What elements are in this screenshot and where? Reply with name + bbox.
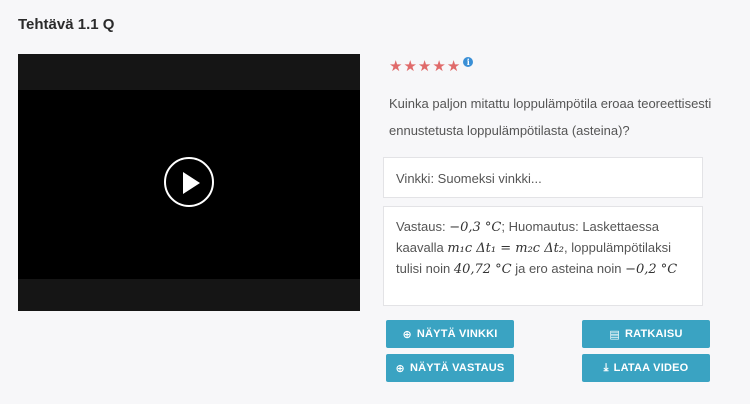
zoom-in-icon: ⊕ xyxy=(402,327,412,341)
download-video-button[interactable]: ⤓ Lataa video xyxy=(582,354,710,382)
star-icon[interactable]: ★ xyxy=(447,59,460,74)
zoom-in-icon: ⊕ xyxy=(395,361,405,375)
formula-math: m₁c Δt₁ = m₂c Δt₂ xyxy=(447,241,565,256)
star-icon[interactable]: ★ xyxy=(403,59,416,74)
temperature-math: 40,72 °C xyxy=(453,262,512,277)
solution-label: Ratkaisu xyxy=(624,328,683,340)
page-title: Tehtävä 1.1 Q xyxy=(18,16,115,33)
question-text: Kuinka paljon mitattu loppulämpötila ero… xyxy=(389,96,712,138)
answer-text: Vastaus: xyxy=(396,219,450,234)
star-icon[interactable]: ★ xyxy=(432,59,445,74)
info-icon[interactable]: i xyxy=(463,57,474,67)
star-icon[interactable]: ★ xyxy=(389,59,402,74)
difference-math: −0,2 °C xyxy=(625,262,678,277)
hint-box: Vinkki: Suomeksi vinkki... xyxy=(383,157,703,198)
pdf-icon: ▤ xyxy=(609,327,620,341)
download-video-label: Lataa video xyxy=(613,362,689,374)
show-hint-button[interactable]: ⊕ Näytä vinkki xyxy=(386,320,514,348)
answer-math: −0,3 °C xyxy=(449,220,502,235)
hint-text: Vinkki: Suomeksi vinkki... xyxy=(396,171,542,186)
video-player[interactable] xyxy=(18,54,360,311)
answer-box: Vastaus: −0,3 °C; Huomautus: Laskettaess… xyxy=(383,206,703,306)
show-hint-label: Näytä vinkki xyxy=(416,328,498,340)
show-answer-label: Näytä vastaus xyxy=(409,362,505,374)
download-icon: ⤓ xyxy=(603,361,609,374)
play-button[interactable] xyxy=(164,157,214,207)
solution-button[interactable]: ▤ Ratkaisu xyxy=(582,320,710,348)
star-rating[interactable]: ★ ★ ★ ★ ★ i xyxy=(389,57,474,74)
answer-text: ja ero asteina noin xyxy=(511,261,626,276)
star-icon[interactable]: ★ xyxy=(418,59,431,74)
play-icon xyxy=(183,172,200,194)
show-answer-button[interactable]: ⊕ Näytä vastaus xyxy=(386,354,514,382)
